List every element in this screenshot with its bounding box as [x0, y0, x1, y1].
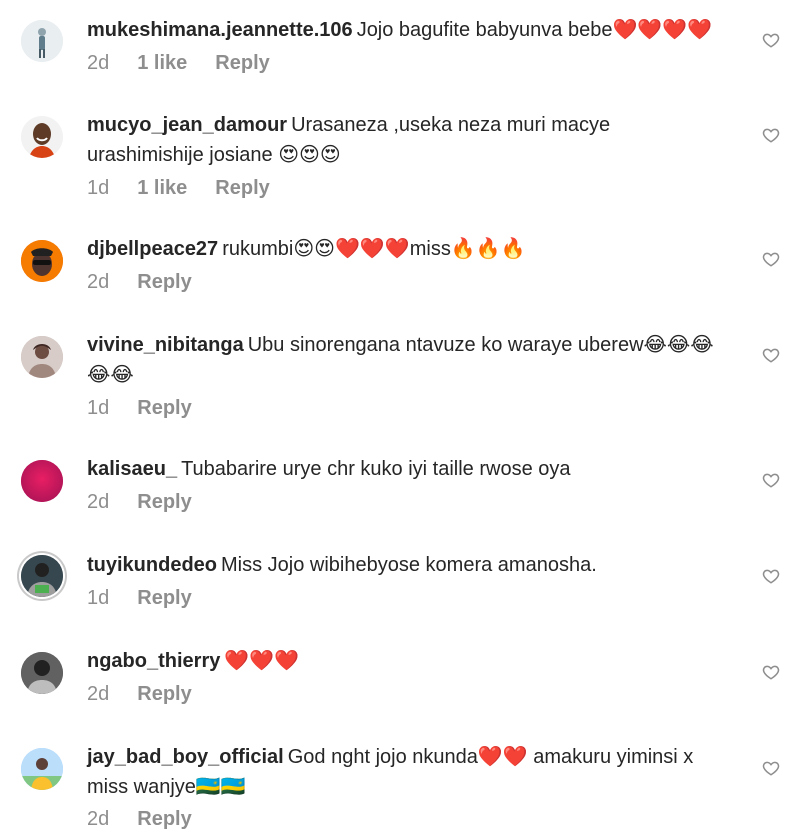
- comment-text: ❤️❤️❤️: [224, 650, 300, 672]
- comment-time: 2d: [87, 491, 110, 513]
- comment-body: vivine_nibitanga Ubu sinorengana ntavuze …: [87, 330, 720, 390]
- comment-meta: 2d Reply: [87, 683, 192, 706]
- comment-username[interactable]: kalisaeu_: [87, 458, 177, 480]
- avatar[interactable]: [21, 240, 63, 282]
- comment-text: Tubabarire urye chr kuko iyi taille rwos…: [181, 458, 571, 480]
- avatar[interactable]: [21, 555, 63, 597]
- avatar[interactable]: [21, 652, 63, 694]
- avatar[interactable]: [21, 20, 63, 62]
- comment-time: 2d: [87, 808, 110, 830]
- comment-username[interactable]: vivine_nibitanga: [87, 334, 244, 356]
- comment-body: mucyo_jean_damour Urasaneza ,useka neza m…: [87, 110, 720, 170]
- reply-button[interactable]: Reply: [137, 491, 191, 514]
- comment-meta: 1d Reply: [87, 587, 192, 610]
- avatar[interactable]: [21, 460, 63, 502]
- heart-icon[interactable]: [762, 471, 780, 489]
- woman-icon: [21, 336, 63, 378]
- comment-text: rukumbi😍😍❤️❤️❤️miss🔥🔥🔥: [222, 238, 526, 260]
- man-outdoor-icon: [21, 748, 63, 790]
- comment-body: jay_bad_boy_official God nght jojo nkunda…: [87, 742, 720, 802]
- comment-username[interactable]: jay_bad_boy_official: [87, 746, 284, 768]
- reply-button[interactable]: Reply: [137, 587, 191, 610]
- comment-meta: 1d Reply: [87, 397, 192, 420]
- comment-time: 1d: [87, 397, 110, 419]
- reply-button[interactable]: Reply: [137, 683, 191, 706]
- heart-icon[interactable]: [762, 663, 780, 681]
- comment-meta: 2d Reply: [87, 808, 192, 831]
- comment-meta: 1d 1 like Reply: [87, 177, 270, 200]
- comment-meta: 2d Reply: [87, 491, 192, 514]
- comment-body: kalisaeu_ Tubabarire urye chr kuko iyi ta…: [87, 454, 720, 484]
- comment-username[interactable]: ngabo_thierry: [87, 650, 220, 672]
- pink-solid-icon: [21, 460, 63, 502]
- heart-icon[interactable]: [762, 346, 780, 364]
- comment-text: Jojo bagufite babyunva bebe❤️❤️❤️❤️: [356, 19, 713, 41]
- comment-time: 1d: [87, 177, 110, 199]
- comment-time: 2d: [87, 271, 110, 293]
- comment-meta: 2d 1 like Reply: [87, 52, 270, 75]
- avatar[interactable]: [21, 748, 63, 790]
- heart-icon[interactable]: [762, 31, 780, 49]
- comment-body: ngabo_thierry ❤️❤️❤️: [87, 646, 720, 676]
- comment-body: djbellpeace27 rukumbi😍😍❤️❤️❤️miss🔥🔥🔥: [87, 234, 720, 264]
- comment-username[interactable]: tuyikundedeo: [87, 554, 217, 576]
- heart-icon[interactable]: [762, 567, 780, 585]
- comment-time: 1d: [87, 587, 110, 609]
- man-grayscale-icon: [21, 652, 63, 694]
- avatar[interactable]: [21, 336, 63, 378]
- avatar[interactable]: [21, 116, 63, 158]
- comment-text: Miss Jojo wibihebyose komera amanosha.: [221, 554, 597, 576]
- comment-username[interactable]: mukeshimana.jeannette.106: [87, 19, 353, 41]
- reply-button[interactable]: Reply: [137, 397, 191, 420]
- heart-icon[interactable]: [762, 250, 780, 268]
- comment-time: 2d: [87, 683, 110, 705]
- reply-button[interactable]: Reply: [215, 52, 269, 75]
- comment-likes[interactable]: 1 like: [137, 52, 187, 75]
- comment-username[interactable]: djbellpeace27: [87, 238, 218, 260]
- comment-likes[interactable]: 1 like: [137, 177, 187, 200]
- comment-username[interactable]: mucyo_jean_damour: [87, 114, 287, 136]
- comment-body: tuyikundedeo Miss Jojo wibihebyose komera…: [87, 550, 720, 580]
- man-dark-icon: [21, 555, 63, 597]
- reply-button[interactable]: Reply: [137, 271, 191, 294]
- comment-body: mukeshimana.jeannette.106 Jojo bagufite b…: [87, 15, 720, 45]
- heart-icon[interactable]: [762, 126, 780, 144]
- person-standing-icon: [21, 20, 63, 62]
- comment-meta: 2d Reply: [87, 271, 192, 294]
- comment-time: 2d: [87, 52, 110, 74]
- man-smiling-icon: [21, 116, 63, 158]
- cartoon-man-icon: [21, 240, 63, 282]
- reply-button[interactable]: Reply: [137, 808, 191, 831]
- heart-icon[interactable]: [762, 759, 780, 777]
- reply-button[interactable]: Reply: [215, 177, 269, 200]
